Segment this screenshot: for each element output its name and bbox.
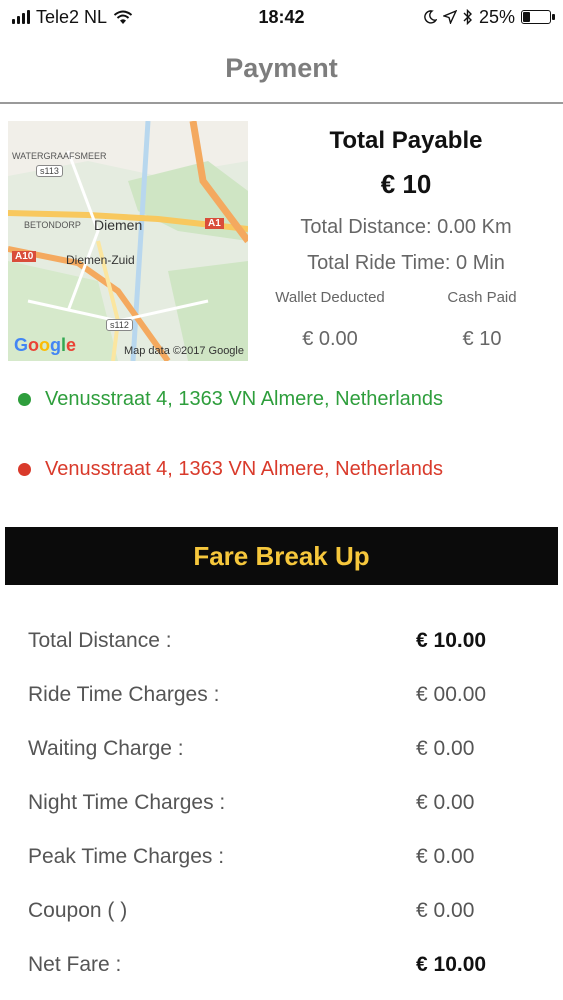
battery-icon [521, 10, 555, 24]
total-payable-amount: € 10 [380, 169, 432, 199]
fare-row-waiting-charge: Waiting Charge : € 0.00 [28, 722, 548, 776]
location-arrow-icon [442, 10, 457, 24]
fare-row-value: € 10.00 [416, 953, 487, 976]
fare-row-ride-time-charges: Ride Time Charges : € 00.00 [28, 668, 548, 722]
pickup-address: Venusstraat 4, 1363 VN Almere, Netherlan… [18, 388, 443, 411]
bluetooth-icon [463, 9, 472, 25]
pickup-address-text: Venusstraat 4, 1363 VN Almere, Netherlan… [45, 388, 444, 410]
fare-row-value: € 0.00 [416, 899, 475, 922]
wifi-icon [113, 10, 133, 24]
fare-row-value: € 10.00 [416, 629, 487, 652]
fare-breakup-list: Total Distance : € 10.00 Ride Time Charg… [28, 614, 548, 992]
status-bar: Tele2 NL 18:42 25% [0, 0, 563, 34]
status-right: 25% [423, 6, 555, 28]
drop-address: Venusstraat 4, 1363 VN Almere, Netherlan… [18, 458, 443, 481]
map-attribution: Map data ©2017 Google [123, 345, 244, 357]
map-label-a1: A1 [205, 218, 224, 229]
nav-bar: Payment [0, 34, 563, 104]
route-map[interactable]: WATERGRAAFSMEER s113 BETONDORP Diemen A1… [8, 121, 248, 361]
fare-row-value: € 0.00 [416, 737, 475, 760]
battery-percent: 25% [478, 6, 515, 27]
map-label-diemen-zuid: Diemen-Zuid [66, 253, 135, 267]
fare-row-net-fare: Net Fare : € 10.00 [28, 938, 548, 992]
fare-row-label: Peak Time Charges : [28, 845, 225, 868]
moon-icon [424, 10, 437, 24]
wallet-deducted-value: € 0.00 [302, 328, 358, 350]
total-ride-time: Total Ride Time: 0 Min [307, 252, 505, 274]
page-title: Payment [225, 52, 338, 83]
fare-row-night-time-charges: Night Time Charges : € 0.00 [28, 776, 548, 830]
fare-row-label: Total Distance : [28, 629, 172, 652]
fare-row-total-distance: Total Distance : € 10.00 [28, 614, 548, 668]
fare-row-label: Night Time Charges : [28, 791, 226, 814]
payment-split: Wallet Deducted € 0.00 Cash Paid € 10 [256, 289, 556, 351]
cash-paid-label: Cash Paid [447, 289, 517, 306]
carrier-name: Tele2 NL [36, 6, 108, 27]
fare-row-value: € 0.00 [416, 845, 475, 868]
fare-row-label: Ride Time Charges : [28, 683, 220, 706]
fare-row-coupon: Coupon ( ) € 0.00 [28, 884, 548, 938]
drop-dot-icon [18, 463, 31, 476]
drop-address-text: Venusstraat 4, 1363 VN Almere, Netherlan… [45, 458, 444, 480]
fare-breakup-header: Fare Break Up [5, 527, 558, 585]
status-left: Tele2 NL [12, 7, 133, 28]
payment-summary: Total Payable € 10 Total Distance: 0.00 … [256, 121, 556, 351]
total-payable-title: Total Payable [329, 127, 483, 154]
battery-level [523, 12, 530, 22]
signal-icon [12, 10, 30, 24]
map-label-s113: s113 [36, 165, 63, 177]
map-label-a10: A10 [12, 251, 37, 262]
fare-row-label: Net Fare : [28, 953, 122, 976]
fare-row-value: € 0.00 [416, 791, 475, 814]
fare-row-peak-time-charges: Peak Time Charges : € 0.00 [28, 830, 548, 884]
fare-breakup-title: Fare Break Up [193, 540, 370, 571]
map-label-s112: s112 [106, 319, 133, 331]
cash-paid-value: € 10 [462, 328, 502, 350]
wallet-deducted-label: Wallet Deducted [275, 289, 385, 306]
wallet-deducted: Wallet Deducted € 0.00 [260, 289, 400, 351]
total-distance: Total Distance: 0.00 Km [300, 216, 512, 238]
fare-row-label: Waiting Charge : [28, 737, 184, 760]
cash-paid: Cash Paid € 10 [412, 289, 552, 351]
map-label-watergraafsmeer: WATERGRAAFSMEER [12, 151, 107, 161]
google-logo: Google [14, 335, 77, 355]
fare-row-value: € 00.00 [416, 683, 487, 706]
map-label-diemen: Diemen [94, 217, 143, 233]
map-label-betondorp: BETONDORP [24, 220, 81, 230]
pickup-dot-icon [18, 393, 31, 406]
fare-row-label: Coupon ( ) [28, 899, 128, 922]
